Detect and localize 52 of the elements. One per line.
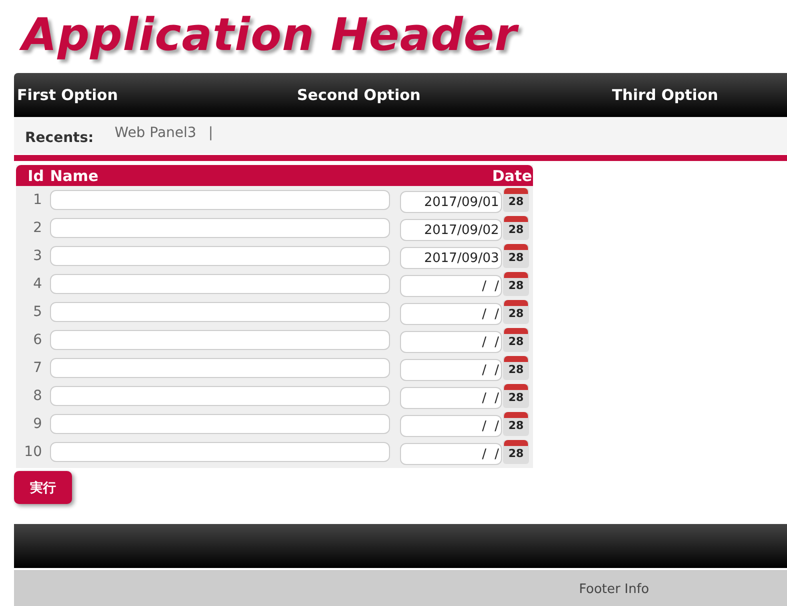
recents-label: Recents: bbox=[25, 130, 94, 146]
calendar-icon[interactable]: 28 bbox=[503, 216, 529, 240]
separator: | bbox=[208, 124, 214, 140]
column-header: Name bbox=[50, 166, 100, 184]
row-id: 6 bbox=[32, 332, 42, 348]
nav-link[interactable]: Second Option bbox=[297, 86, 421, 104]
column-header: Date bbox=[492, 166, 532, 184]
row-id: 9 bbox=[32, 416, 42, 432]
date-field[interactable]: / / bbox=[400, 275, 502, 297]
calendar-icon[interactable]: 28 bbox=[503, 412, 529, 436]
name-field[interactable] bbox=[50, 302, 390, 322]
date-field[interactable]: 2017/09/02 bbox=[400, 219, 502, 241]
name-field[interactable] bbox=[50, 414, 390, 434]
row-id: 5 bbox=[32, 304, 42, 320]
calendar-icon[interactable]: 28 bbox=[503, 328, 529, 352]
nav-link[interactable]: First Option bbox=[17, 86, 118, 104]
calendar-icon[interactable]: 28 bbox=[503, 244, 529, 268]
nav-link[interactable]: Third Option bbox=[612, 86, 718, 104]
calendar-icon[interactable]: 28 bbox=[503, 272, 529, 296]
app-title: Application Header bbox=[14, 0, 524, 73]
date-field[interactable]: 2017/09/01 bbox=[400, 191, 502, 213]
name-field[interactable] bbox=[50, 274, 390, 294]
recent-link[interactable]: Web Panel3 bbox=[114, 124, 196, 140]
name-field[interactable] bbox=[50, 358, 390, 378]
calendar-icon[interactable]: 28 bbox=[503, 384, 529, 408]
row-id: 4 bbox=[32, 276, 42, 292]
date-field[interactable]: / / bbox=[400, 387, 502, 409]
date-field[interactable]: / / bbox=[400, 359, 502, 381]
date-field[interactable]: / / bbox=[400, 443, 502, 465]
run-button[interactable]: 実行 bbox=[14, 471, 72, 504]
row-id: 8 bbox=[32, 388, 42, 404]
row-id: 2 bbox=[32, 220, 42, 236]
column-header: Id bbox=[26, 166, 44, 184]
footer-text: Footer Info bbox=[579, 582, 650, 596]
calendar-icon[interactable]: 28 bbox=[503, 356, 529, 380]
name-field[interactable] bbox=[50, 442, 390, 462]
date-field[interactable]: / / bbox=[400, 303, 502, 325]
date-field[interactable]: 2017/09/03 bbox=[400, 247, 502, 269]
name-field[interactable] bbox=[50, 246, 390, 266]
name-field[interactable] bbox=[50, 218, 390, 238]
row-id: 3 bbox=[32, 248, 42, 264]
calendar-icon[interactable]: 28 bbox=[503, 188, 529, 212]
row-id: 7 bbox=[32, 360, 42, 376]
date-field[interactable]: / / bbox=[400, 415, 502, 437]
calendar-icon[interactable]: 28 bbox=[503, 300, 529, 324]
row-id: 10 bbox=[23, 444, 42, 460]
name-field[interactable] bbox=[50, 330, 390, 350]
name-field[interactable] bbox=[50, 386, 390, 406]
date-field[interactable]: / / bbox=[400, 331, 502, 353]
calendar-icon[interactable]: 28 bbox=[503, 440, 529, 464]
name-field[interactable] bbox=[50, 190, 390, 210]
row-id: 1 bbox=[32, 192, 42, 208]
